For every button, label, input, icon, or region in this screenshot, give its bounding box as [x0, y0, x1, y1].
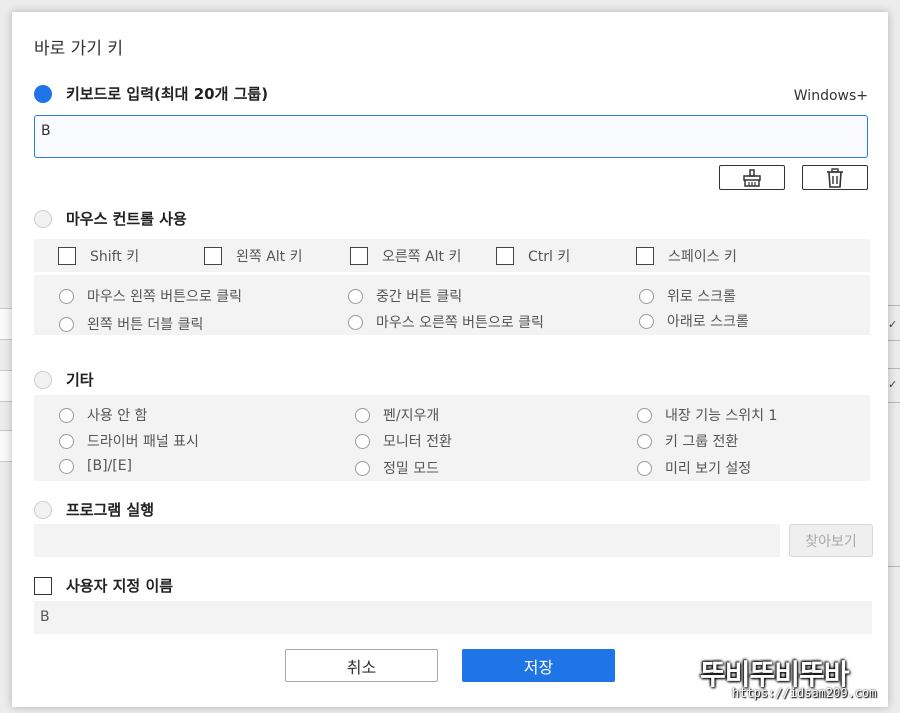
- program-path-input[interactable]: [34, 524, 780, 557]
- radio-label: 키 그룹 전환: [665, 434, 739, 450]
- radio[interactable]: [59, 433, 74, 449]
- modifier-label: 오른쪽 Alt 키: [382, 249, 462, 265]
- cancel-button[interactable]: 취소: [285, 649, 438, 682]
- checkbox[interactable]: [350, 247, 368, 265]
- mouse-action-scroll-down[interactable]: 아래로 스크롤: [639, 311, 749, 331]
- radio[interactable]: [637, 407, 652, 423]
- radio-label: 중간 버튼 클릭: [376, 289, 463, 305]
- custom-name-label: 사용자 지정 이름: [66, 577, 174, 595]
- save-button[interactable]: 저장: [462, 649, 615, 682]
- mouse-action-scroll-up[interactable]: 위로 스크롤: [639, 286, 736, 306]
- modifier-space[interactable]: 스페이스 키: [636, 246, 737, 266]
- background-divider: [888, 340, 900, 341]
- radio-label: 사용 안 함: [87, 408, 148, 424]
- radio[interactable]: [348, 288, 363, 304]
- modifier-shift[interactable]: Shift 키: [58, 246, 139, 266]
- radio-label: 아래로 스크롤: [667, 314, 749, 330]
- checkbox[interactable]: [58, 247, 76, 265]
- radio-label: 왼쪽 버튼 더블 클릭: [87, 317, 204, 333]
- radio[interactable]: [639, 288, 654, 304]
- mouse-action-middle-click[interactable]: 중간 버튼 클릭: [348, 286, 462, 306]
- other-monitor-switch[interactable]: 모니터 전환: [355, 431, 452, 451]
- shortcut-key-dialog: 바로 가기 키 키보드로 입력(최대 20개 그룹) Windows+ B 마우…: [12, 12, 888, 707]
- mouse-action-right-click[interactable]: 마우스 오른쪽 버튼으로 클릭: [348, 312, 544, 332]
- radio-label: 미리 보기 설정: [665, 461, 752, 477]
- browse-button[interactable]: 찾아보기: [789, 524, 873, 557]
- radio[interactable]: [639, 313, 654, 329]
- radio[interactable]: [355, 407, 370, 423]
- program-radio[interactable]: [34, 500, 52, 519]
- program-option[interactable]: 프로그램 실행: [34, 499, 154, 520]
- other-preview-settings[interactable]: 미리 보기 설정: [637, 458, 751, 478]
- modifier-left-alt[interactable]: 왼쪽 Alt 키: [204, 246, 303, 266]
- watermark-logo: 뚜비뚜비뚜바 https://idsam209.com: [700, 653, 890, 703]
- modifier-label: 왼쪽 Alt 키: [236, 249, 303, 265]
- program-label: 프로그램 실행: [66, 501, 155, 519]
- checkbox[interactable]: [636, 247, 654, 265]
- mouse-action-left-click[interactable]: 마우스 왼쪽 버튼으로 클릭: [59, 286, 242, 306]
- other-precision-mode[interactable]: 정밀 모드: [355, 458, 439, 478]
- other-brush-eraser[interactable]: [B]/[E]: [59, 458, 132, 474]
- background-divider: [888, 368, 900, 369]
- radio[interactable]: [59, 458, 74, 474]
- mouse-option[interactable]: 마우스 컨트롤 사용: [34, 208, 187, 229]
- checkbox[interactable]: [496, 247, 514, 265]
- other-radio[interactable]: [34, 370, 52, 389]
- modifier-label: Ctrl 키: [528, 249, 571, 265]
- other-label: 기타: [66, 371, 94, 389]
- broom-icon: [743, 168, 761, 187]
- radio[interactable]: [355, 460, 370, 476]
- modifier-ctrl[interactable]: Ctrl 키: [496, 246, 570, 266]
- delete-button[interactable]: [802, 165, 868, 190]
- radio[interactable]: [59, 407, 74, 423]
- radio-label: 모니터 전환: [383, 434, 452, 450]
- other-key-group-switch[interactable]: 키 그룹 전환: [637, 431, 738, 451]
- mouse-label: 마우스 컨트롤 사용: [66, 210, 187, 228]
- radio-label: 마우스 오른쪽 버튼으로 클릭: [376, 315, 544, 331]
- radio[interactable]: [59, 288, 74, 304]
- trash-icon: [827, 167, 843, 188]
- keyboard-label: 키보드로 입력(최대 20개 그룹): [66, 85, 269, 103]
- windows-prefix-label: Windows+: [793, 88, 868, 104]
- radio-label: 드라이버 패널 표시: [87, 434, 199, 450]
- radio[interactable]: [637, 433, 652, 449]
- watermark-url: https://idsam209.com: [732, 686, 877, 700]
- keyboard-radio[interactable]: [34, 84, 52, 103]
- other-driver-panel[interactable]: 드라이버 패널 표시: [59, 431, 199, 451]
- radio-label: 펜/지우개: [383, 408, 440, 424]
- custom-name-option[interactable]: 사용자 지정 이름: [34, 575, 173, 596]
- chevron-down-icon: ✓: [888, 318, 898, 331]
- other-internal-switch[interactable]: 내장 기능 스위치 1: [637, 405, 777, 425]
- background-divider: [888, 566, 900, 567]
- modifier-label: Shift 키: [90, 249, 140, 265]
- key-input[interactable]: B: [34, 115, 868, 158]
- radio-label: 내장 기능 스위치 1: [665, 408, 778, 424]
- radio-label: 정밀 모드: [383, 461, 439, 477]
- other-disable[interactable]: 사용 안 함: [59, 405, 147, 425]
- radio[interactable]: [355, 433, 370, 449]
- radio[interactable]: [59, 316, 74, 332]
- mouse-radio[interactable]: [34, 209, 52, 228]
- radio-label: 마우스 왼쪽 버튼으로 클릭: [87, 289, 243, 305]
- radio-label: 위로 스크롤: [667, 289, 736, 305]
- chevron-down-icon: ✓: [888, 378, 898, 391]
- radio[interactable]: [637, 460, 652, 476]
- dialog-title: 바로 가기 키: [34, 39, 124, 59]
- background-divider: [888, 305, 900, 306]
- modifier-label: 스페이스 키: [668, 249, 737, 265]
- background-divider: [888, 402, 900, 403]
- keyboard-option[interactable]: 키보드로 입력(최대 20개 그룹): [34, 83, 268, 104]
- custom-name-checkbox[interactable]: [34, 576, 52, 595]
- radio[interactable]: [348, 314, 363, 330]
- checkbox[interactable]: [204, 247, 222, 265]
- modifier-right-alt[interactable]: 오른쪽 Alt 키: [350, 246, 461, 266]
- other-pen-eraser[interactable]: 펜/지우개: [355, 405, 439, 425]
- custom-name-input[interactable]: B: [34, 601, 872, 634]
- other-option[interactable]: 기타: [34, 369, 94, 390]
- clear-button[interactable]: [719, 165, 785, 190]
- mouse-action-double-click[interactable]: 왼쪽 버튼 더블 클릭: [59, 314, 203, 334]
- radio-label: [B]/[E]: [87, 458, 133, 474]
